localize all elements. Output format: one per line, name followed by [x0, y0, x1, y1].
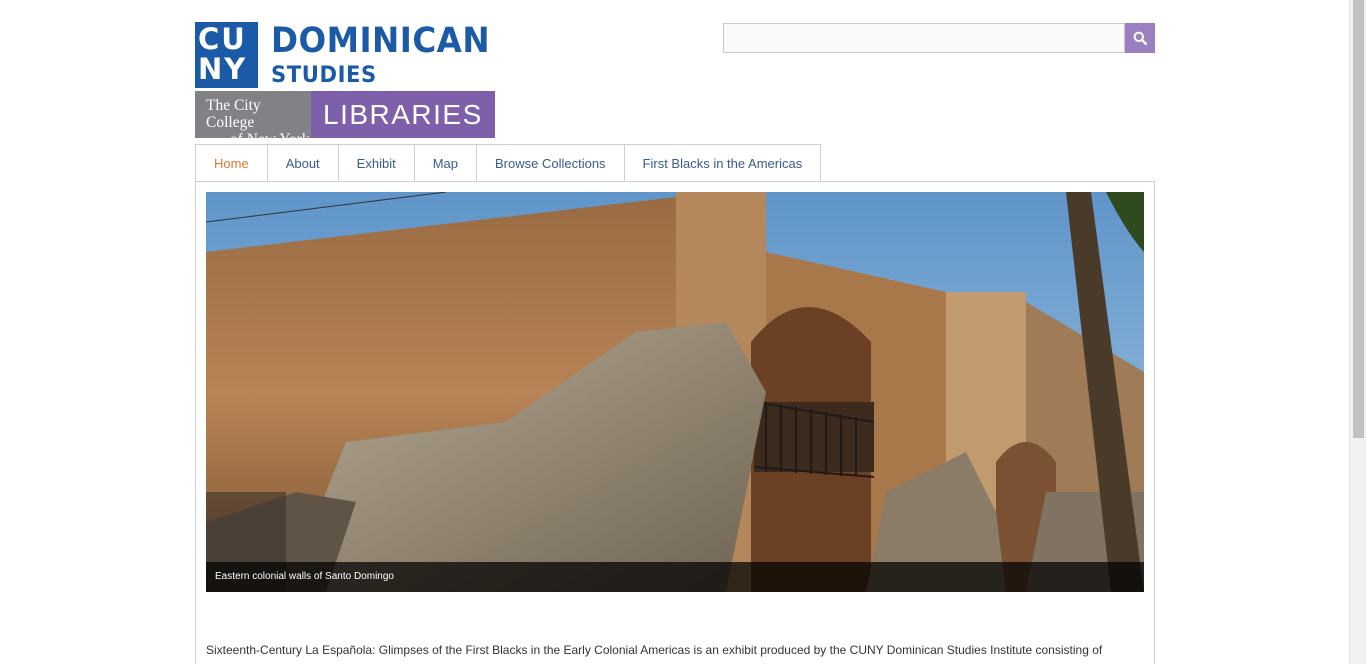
search-button[interactable]: [1125, 23, 1155, 53]
cuny-letters-bottom: NY: [198, 52, 248, 86]
main-nav: Home About Exhibit Map Browse Collection…: [195, 144, 822, 182]
scrollbar-thumb[interactable]: [1353, 0, 1364, 438]
nav-first-blacks[interactable]: First Blacks in the Americas: [623, 144, 822, 182]
main-content: Eastern colonial walls of Santo Domingo …: [195, 181, 1155, 664]
search-icon: [1133, 31, 1148, 45]
nav-home[interactable]: Home: [195, 144, 267, 182]
colonial-walls-photo: [206, 192, 1144, 592]
nav-map[interactable]: Map: [413, 144, 476, 182]
cuny-letters-top: CU: [198, 22, 247, 56]
logo-title-dominican: DOMINICAN: [271, 21, 491, 61]
cuny-logo-block: CU NY: [195, 22, 258, 88]
logo-libraries-bar: The City College of New York LIBRARIES: [195, 91, 495, 148]
search-form: [723, 23, 1155, 53]
nav-browse-collections[interactable]: Browse Collections: [476, 144, 624, 182]
nav-about[interactable]: About: [266, 144, 338, 182]
search-input[interactable]: [723, 23, 1126, 53]
ccny-line1: The City College: [206, 97, 261, 131]
site-logo[interactable]: CU NY DOMINICAN STUDIES INSTITUTE The Ci…: [195, 21, 495, 148]
hero-image[interactable]: Eastern colonial walls of Santo Domingo: [206, 192, 1144, 592]
intro-paragraph: Sixteenth-Century La Española: Glimpses …: [206, 643, 1103, 657]
hero-caption: Eastern colonial walls of Santo Domingo: [206, 562, 1144, 592]
libraries-label: LIBRARIES: [311, 91, 495, 138]
page-scrollbar[interactable]: [1349, 0, 1366, 664]
nav-exhibit[interactable]: Exhibit: [337, 144, 414, 182]
ccny-logo: The City College of New York: [195, 91, 311, 148]
